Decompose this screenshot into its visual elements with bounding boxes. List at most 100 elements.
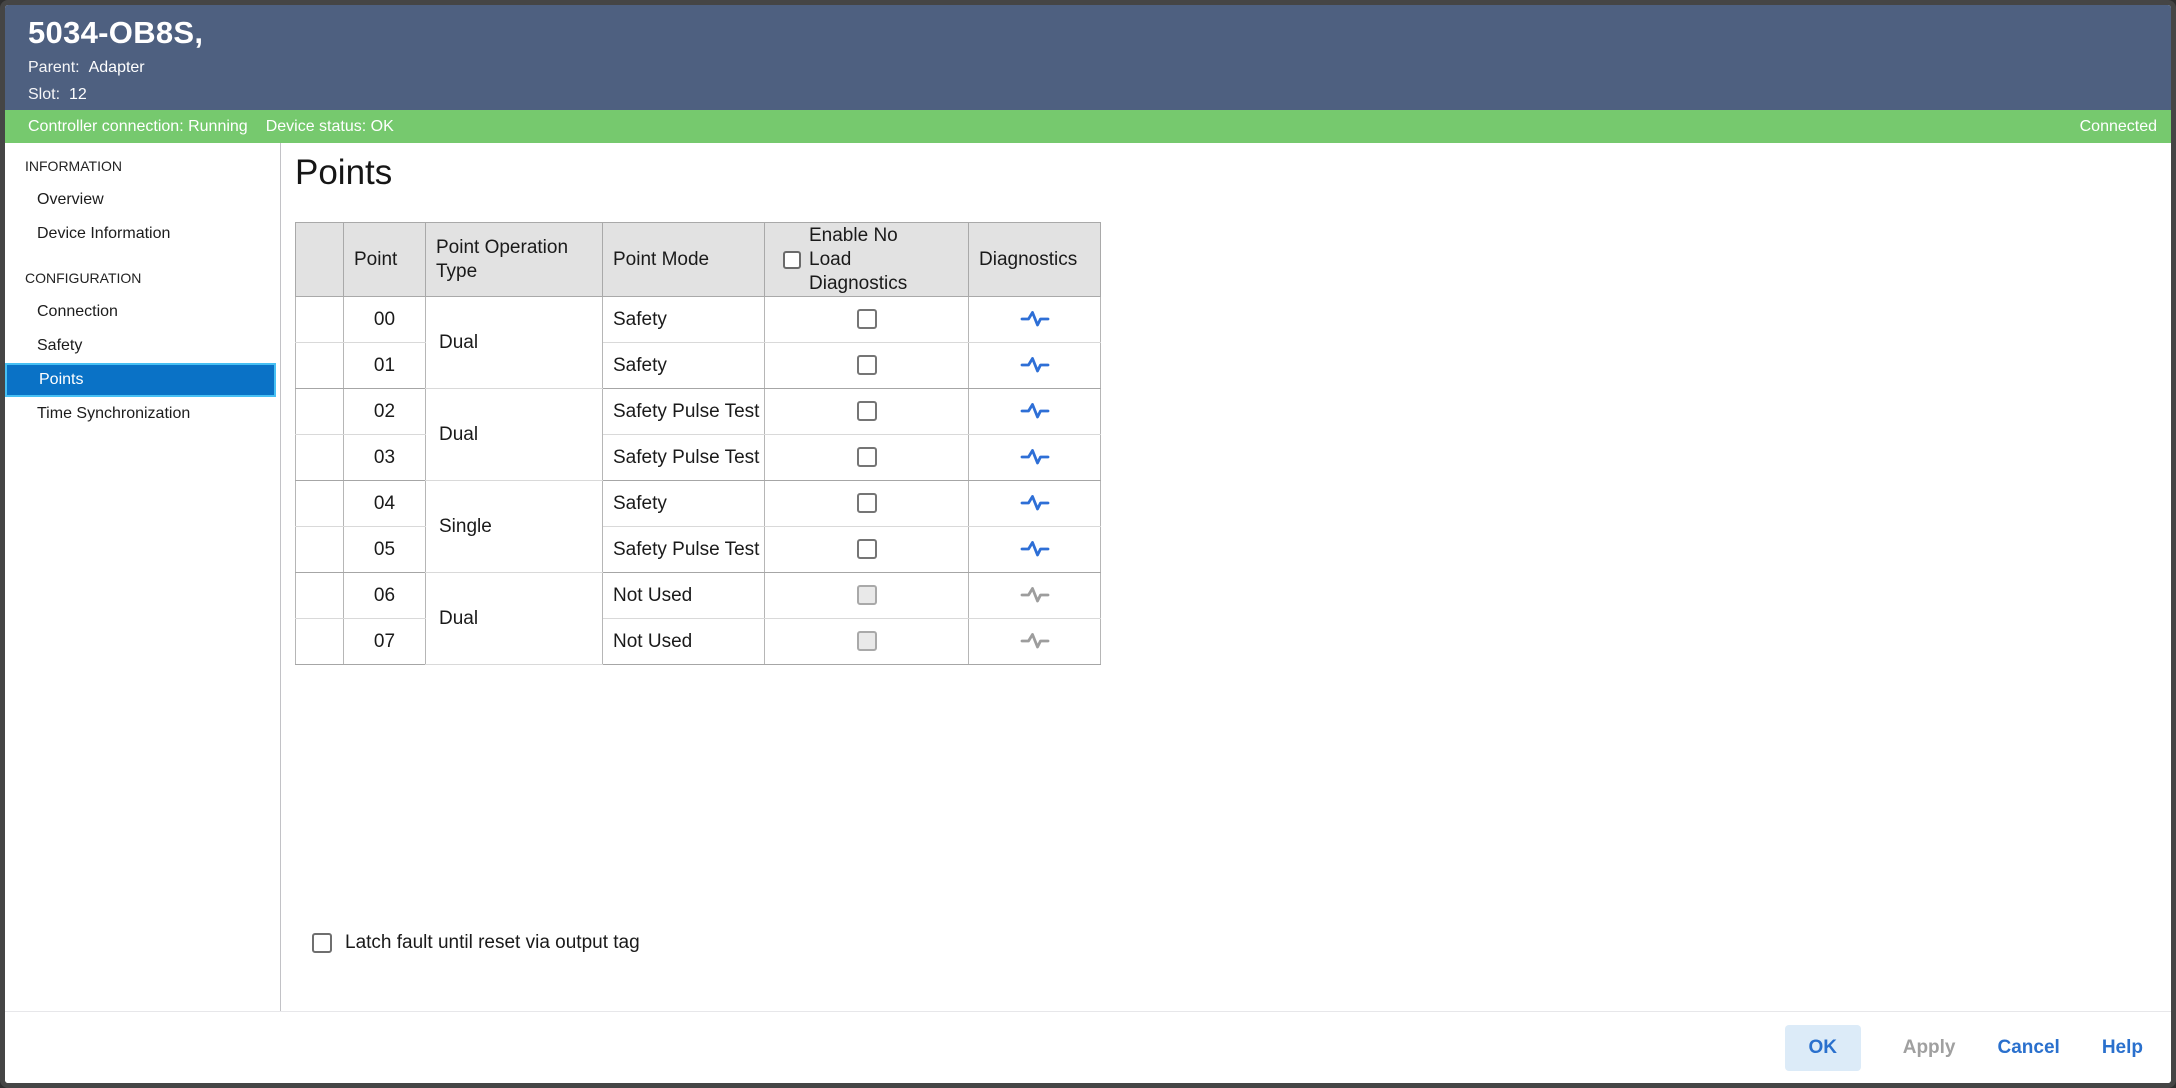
point-mode-column-header: Point Mode — [603, 223, 765, 297]
point-number-cell: 02 — [344, 389, 426, 435]
module-title: 5034-OB8S, — [28, 15, 2171, 51]
no-load-checkbox[interactable] — [857, 493, 877, 513]
point-operation-type-column-header: Point Operation Type — [426, 223, 603, 297]
connection-state: Connected — [2080, 118, 2157, 136]
diagnostics-waveform-icon[interactable] — [1020, 447, 1050, 467]
parent-value: Adapter — [89, 59, 145, 76]
diagnostics-waveform-icon[interactable] — [1020, 355, 1050, 375]
diagnostics-cell — [969, 619, 1101, 665]
status-bar: Controller connection: Running Device st… — [5, 110, 2171, 143]
point-operation-type-cell: Single — [426, 481, 603, 573]
no-load-checkbox[interactable] — [857, 539, 877, 559]
slot-label: Slot: — [28, 86, 60, 103]
point-number-cell: 04 — [344, 481, 426, 527]
no-load-checkbox[interactable] — [857, 355, 877, 375]
point-mode-cell: Not Used — [603, 573, 765, 619]
section-label-information: INFORMATION — [5, 149, 280, 183]
table-row: 07 Not Used — [296, 619, 1101, 665]
enable-no-load-cell — [765, 481, 969, 527]
row-selector-cell[interactable] — [296, 389, 344, 435]
table-row: 01Safety — [296, 343, 1101, 389]
no-load-checkbox[interactable] — [857, 309, 877, 329]
diagnostics-waveform-icon — [1020, 585, 1050, 605]
diagnostics-waveform-icon[interactable] — [1020, 309, 1050, 329]
latch-fault-checkbox[interactable] — [312, 933, 332, 953]
enable-no-load-cell — [765, 527, 969, 573]
table-row: 00DualSafety — [296, 297, 1101, 343]
enable-no-load-header-checkbox[interactable] — [783, 251, 801, 269]
no-load-checkbox — [857, 585, 877, 605]
row-selector-cell[interactable] — [296, 343, 344, 389]
point-operation-type-cell: Dual — [426, 573, 603, 665]
enable-no-load-cell — [765, 297, 969, 343]
diagnostics-cell — [969, 573, 1101, 619]
table-row: 03 Safety Pulse Test — [296, 435, 1101, 481]
points-page: Points Point Point Operation Type Point … — [281, 143, 2171, 1011]
diagnostics-waveform-icon[interactable] — [1020, 493, 1050, 513]
device-status: Device status: OK — [266, 118, 394, 136]
sidebar-item-time-synchronization[interactable]: Time Synchronization — [5, 397, 280, 431]
diagnostics-waveform-icon[interactable] — [1020, 401, 1050, 421]
diagnostics-waveform-icon[interactable] — [1020, 539, 1050, 559]
sidebar-item-overview[interactable]: Overview — [5, 183, 280, 217]
point-number-cell: 07 — [344, 619, 426, 665]
sidebar-item-connection[interactable]: Connection — [5, 295, 280, 329]
no-load-checkbox[interactable] — [857, 447, 877, 467]
table-row: 02DualSafety Pulse Test — [296, 389, 1101, 435]
diagnostics-cell — [969, 389, 1101, 435]
sidebar-item-points[interactable]: Points — [5, 363, 276, 397]
enable-no-load-cell — [765, 573, 969, 619]
point-operation-type-cell: Dual — [426, 389, 603, 481]
point-mode-cell: Safety Pulse Test — [603, 527, 765, 573]
title-bar: 5034-OB8S, Parent:Adapter Slot:12 — [5, 5, 2171, 110]
point-operation-type-cell: Dual — [426, 297, 603, 389]
point-mode-cell: Safety Pulse Test — [603, 435, 765, 481]
sidebar-item-safety[interactable]: Safety — [5, 329, 280, 363]
point-number-cell: 06 — [344, 573, 426, 619]
table-row: 06DualNot Used — [296, 573, 1101, 619]
row-selector-header — [296, 223, 344, 297]
enable-no-load-cell — [765, 389, 969, 435]
point-number-cell: 00 — [344, 297, 426, 343]
row-selector-cell[interactable] — [296, 573, 344, 619]
point-mode-cell: Safety Pulse Test — [603, 389, 765, 435]
point-mode-cell: Not Used — [603, 619, 765, 665]
latch-fault-label: Latch fault until reset via output tag — [345, 932, 640, 954]
category-sidebar: INFORMATION Overview Device Information … — [5, 143, 281, 1011]
module-properties-dialog: 5034-OB8S, Parent:Adapter Slot:12 Contro… — [0, 0, 2176, 1088]
diagnostics-column-header: Diagnostics — [969, 223, 1101, 297]
diagnostics-cell — [969, 481, 1101, 527]
diagnostics-cell — [969, 527, 1101, 573]
section-label-configuration: CONFIGURATION — [5, 261, 280, 295]
point-mode-cell: Safety — [603, 481, 765, 527]
sidebar-item-device-information[interactable]: Device Information — [5, 217, 280, 251]
cancel-button[interactable]: Cancel — [1998, 1037, 2060, 1059]
row-selector-cell[interactable] — [296, 619, 344, 665]
configuration-section: CONFIGURATION Connection Safety Points T… — [5, 261, 280, 431]
table-row: 05Safety Pulse Test — [296, 527, 1101, 573]
help-button[interactable]: Help — [2102, 1037, 2143, 1059]
slot-value: 12 — [69, 86, 87, 103]
dialog-body: INFORMATION Overview Device Information … — [5, 143, 2171, 1011]
row-selector-cell[interactable] — [296, 527, 344, 573]
enable-no-load-column-header: Enable No Load Diagnostics — [765, 223, 969, 297]
enable-no-load-cell — [765, 435, 969, 481]
row-selector-cell[interactable] — [296, 297, 344, 343]
row-selector-cell[interactable] — [296, 435, 344, 481]
points-table-body: 00DualSafety01Safety02DualSafety Pulse T… — [296, 297, 1101, 665]
no-load-checkbox — [857, 631, 877, 651]
point-column-header: Point — [344, 223, 426, 297]
apply-button[interactable]: Apply — [1903, 1037, 1956, 1059]
enable-no-load-cell — [765, 619, 969, 665]
points-table: Point Point Operation Type Point Mode En… — [295, 222, 1101, 665]
no-load-checkbox[interactable] — [857, 401, 877, 421]
enable-no-load-cell — [765, 343, 969, 389]
point-number-cell: 03 — [344, 435, 426, 481]
diagnostics-waveform-icon — [1020, 631, 1050, 651]
table-row: 04SingleSafety — [296, 481, 1101, 527]
point-mode-cell: Safety — [603, 297, 765, 343]
dialog-footer: OK Apply Cancel Help — [5, 1011, 2171, 1083]
row-selector-cell[interactable] — [296, 481, 344, 527]
slot-line: Slot: 12 — [28, 84, 2171, 105]
ok-button[interactable]: OK — [1785, 1025, 1861, 1071]
